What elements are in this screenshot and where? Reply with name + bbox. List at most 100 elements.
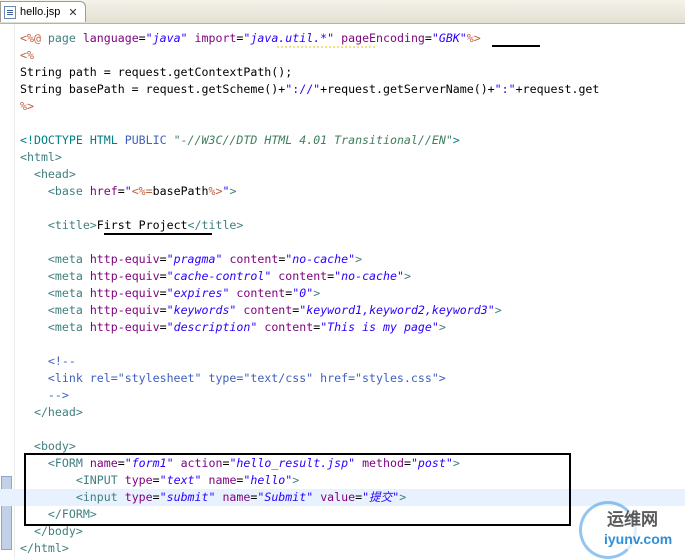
code-token: <base (47, 184, 90, 198)
code-token: "hello_result.jsp" (229, 456, 356, 470)
code-token: > (494, 303, 502, 317)
code-line[interactable] (20, 115, 685, 132)
code-token: </html> (20, 541, 69, 555)
code-token: > (438, 320, 446, 334)
code-line[interactable]: <html> (20, 149, 685, 166)
close-icon[interactable]: ✕ (68, 6, 77, 19)
code-line[interactable]: <meta http-equiv="keywords" content="key… (20, 302, 685, 319)
code-token: <meta (47, 286, 90, 300)
code-line[interactable]: <meta http-equiv="pragma" content="no-ca… (20, 251, 685, 268)
code-line[interactable]: <head> (20, 166, 685, 183)
code-line[interactable]: <meta http-equiv="expires" content="0"> (20, 285, 685, 302)
code-token: http-equiv (89, 320, 160, 334)
code-token: name (89, 456, 118, 470)
code-token: </body> (33, 524, 83, 538)
code-token: "Submit" (257, 490, 314, 504)
code-token: value (320, 490, 356, 504)
code-token: "://" (285, 82, 321, 96)
code-token: > (313, 286, 321, 300)
code-token: <FORM (47, 456, 90, 470)
code-token: = (403, 456, 411, 470)
code-token: "text" (159, 473, 202, 487)
code-line[interactable] (20, 336, 685, 353)
code-line[interactable] (20, 234, 685, 251)
code-token: <html> (20, 150, 62, 164)
code-token: +request.getServerName()+ (320, 82, 495, 96)
tab-hello-jsp[interactable]: hello.jsp ✕ (0, 1, 86, 22)
code-line[interactable]: <% (20, 47, 685, 64)
code-token: = (159, 252, 167, 266)
code-editor[interactable]: <%@ page language="java" import="java.ut… (0, 30, 685, 557)
code-line[interactable]: </body> (20, 523, 685, 540)
code-token: basePath (152, 184, 209, 198)
code-line[interactable] (20, 421, 685, 438)
code-token: name (222, 490, 251, 504)
code-token: action (180, 456, 223, 470)
code-line[interactable]: <!DOCTYPE HTML PUBLIC "-//W3C//DTD HTML … (20, 132, 685, 149)
code-line[interactable]: --> (20, 387, 685, 404)
code-line[interactable]: </html> (20, 540, 685, 557)
code-line[interactable]: String path = request.getContextPath(); (20, 64, 685, 81)
code-token: = (159, 269, 167, 283)
code-token: <%@ (20, 31, 48, 45)
ruler-selection-marker (1, 476, 12, 550)
code-token: content (278, 269, 328, 283)
code-line[interactable]: <FORM name="form1" action="hello_result.… (20, 455, 685, 472)
code-token: String basePath = request.getScheme()+ (20, 82, 286, 96)
code-line[interactable]: <link rel="stylesheet" type="text/css" h… (20, 370, 685, 387)
code-token: +request.get (515, 82, 600, 96)
code-token: "GBK" (431, 31, 467, 45)
code-token: "form1" (124, 456, 174, 470)
code-line[interactable]: <title>First Project</title> (20, 217, 685, 234)
code-token: type (124, 490, 153, 504)
code-line[interactable]: <%@ page language="java" import="java.ut… (20, 30, 685, 47)
code-line[interactable]: </FORM> (20, 506, 685, 523)
code-token: = (117, 184, 125, 198)
code-token: http-equiv (89, 303, 160, 317)
code-line[interactable]: <meta http-equiv="cache-control" content… (20, 268, 685, 285)
code-line[interactable]: </head> (20, 404, 685, 421)
code-line[interactable] (20, 200, 685, 217)
code-token: "pragma" (166, 252, 223, 266)
code-token: <meta (47, 269, 90, 283)
code-token: <meta (47, 252, 90, 266)
code-token: > (229, 184, 237, 198)
code-line[interactable]: <body> (20, 438, 685, 455)
code-line[interactable]: <input type="submit" name="Submit" value… (0, 489, 685, 506)
code-line[interactable]: <INPUT type="text" name="hello"> (20, 472, 685, 489)
code-token: "submit" (159, 490, 216, 504)
warning-squiggle (276, 46, 376, 48)
code-line[interactable]: String basePath = request.getScheme()+":… (20, 81, 685, 98)
code-token: = (424, 31, 432, 45)
code-token: %> (20, 99, 34, 113)
code-token: --> (47, 388, 69, 402)
code-token: ":" (494, 82, 516, 96)
code-token: </head> (33, 405, 83, 419)
editor-gutter (0, 24, 15, 559)
code-line[interactable]: %> (20, 98, 685, 115)
code-token: = (159, 320, 167, 334)
code-token: "This is my page" (320, 320, 439, 334)
code-token: %> (466, 31, 481, 45)
code-token: name (208, 473, 237, 487)
code-token: <title> (47, 218, 97, 232)
code-token: "keyword1,keyword2,keyword3" (299, 303, 495, 317)
code-line[interactable]: <!-- (20, 353, 685, 370)
code-line[interactable]: <base href="<%=basePath%>"> (20, 183, 685, 200)
code-token: "java.util.*" (243, 31, 335, 45)
code-line[interactable]: <meta http-equiv="description" content="… (20, 319, 685, 336)
code-token: > (403, 269, 411, 283)
code-token: <!-- (47, 354, 76, 368)
